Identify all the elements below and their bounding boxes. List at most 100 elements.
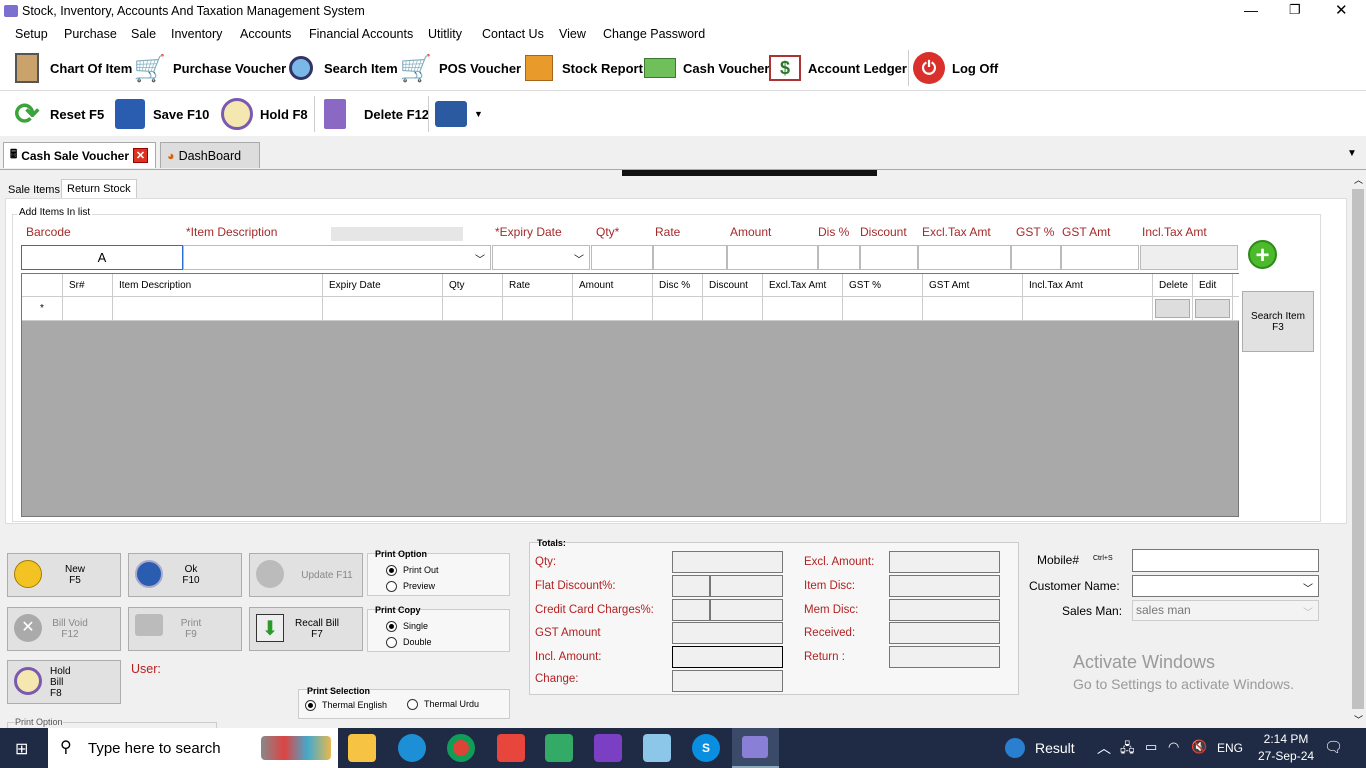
battery-icon[interactable]: ▭ <box>1145 739 1157 755</box>
print-dropdown-button[interactable]: ▼ <box>434 94 483 134</box>
cell-disc-pct[interactable] <box>653 297 703 321</box>
tab-dashboard[interactable]: ◕ DashBoard <box>160 142 260 168</box>
customer-name-combo[interactable]: ﹀ <box>1132 575 1319 597</box>
discount-input[interactable] <box>860 245 918 270</box>
menu-inventory[interactable]: Inventory <box>171 27 222 41</box>
cell-qty[interactable] <box>443 297 503 321</box>
cell-item-description[interactable] <box>113 297 323 321</box>
gst-pct-input[interactable] <box>1011 245 1061 270</box>
add-item-icon[interactable]: + <box>1248 240 1277 269</box>
pos-voucher-button[interactable]: 🛒 POS Voucher <box>399 48 521 88</box>
cell-incl-tax[interactable] <box>1023 297 1153 321</box>
expiry-date-combo[interactable]: ﹀ <box>492 245 590 270</box>
preview-radio[interactable]: Preview <box>386 581 435 593</box>
file-explorer-icon[interactable] <box>348 734 376 762</box>
clock[interactable]: 2:14 PM 27-Sep-24 <box>1258 732 1314 763</box>
stock-report-button[interactable]: Stock Report <box>522 48 643 88</box>
barcode-input[interactable]: A <box>21 245 183 270</box>
windows-start-icon[interactable]: ⊞ <box>15 739 28 759</box>
recall-bill-button[interactable]: ⬇ Recall Bill F7 <box>249 607 363 651</box>
reset-button[interactable]: ⟳ Reset F5 <box>10 94 104 134</box>
rate-input[interactable] <box>653 245 727 270</box>
hold-bill-button[interactable]: Hold Bill F8 <box>7 660 121 704</box>
thermal-english-radio[interactable]: Thermal English <box>305 700 387 712</box>
cell-delete-button[interactable] <box>1153 297 1193 321</box>
anydesk-icon[interactable] <box>497 734 525 762</box>
wifi-icon[interactable]: ◠ <box>1168 739 1179 755</box>
bill-void-button[interactable]: ✕ Bill Void F12 <box>7 607 121 651</box>
received-field[interactable] <box>889 622 1000 644</box>
tools-icon[interactable] <box>545 734 573 762</box>
menu-accounts[interactable]: Accounts <box>240 27 291 41</box>
account-ledger-button[interactable]: $ Account Ledger <box>768 48 907 88</box>
chart-of-item-button[interactable]: Chart Of Item <box>10 48 132 88</box>
cash-voucher-button[interactable]: Cash Voucher <box>643 48 769 88</box>
log-off-button[interactable]: ⏻ Log Off <box>912 48 998 88</box>
volume-icon[interactable]: 🔇 <box>1191 739 1207 755</box>
chrome-icon[interactable] <box>447 734 475 762</box>
scroll-thumb[interactable] <box>1352 189 1364 709</box>
sales-man-combo[interactable]: sales man ﹀ <box>1132 600 1319 621</box>
purchase-voucher-button[interactable]: 🛒 Purchase Voucher <box>133 48 286 88</box>
dis-pct-input[interactable] <box>818 245 860 270</box>
taskbar-search-box[interactable]: ⚲ Type here to search <box>48 728 338 768</box>
menu-view[interactable]: View <box>559 27 586 41</box>
items-grid[interactable]: Sr# Item Description Expiry Date Qty Rat… <box>21 273 1239 517</box>
scroll-down-icon[interactable]: ﹀ <box>1354 713 1363 726</box>
cell-gst-amt[interactable] <box>923 297 1023 321</box>
update-button[interactable]: Update F11 <box>249 553 363 597</box>
search-item-f3-button[interactable]: Search Item F3 <box>1242 291 1314 352</box>
close-tab-icon[interactable]: ✕ <box>133 148 149 163</box>
network-icon[interactable]: 🖧 <box>1120 739 1135 761</box>
single-radio[interactable]: Single <box>386 621 428 633</box>
flat-discount-pct-field[interactable] <box>672 575 710 597</box>
hold-button[interactable]: Hold F8 <box>220 94 308 134</box>
search-item-button[interactable]: Search Item <box>284 48 398 88</box>
visual-studio-icon[interactable] <box>594 734 622 762</box>
tray-expand-icon[interactable]: ︿ <box>1097 738 1111 758</box>
cell-rate[interactable] <box>503 297 573 321</box>
language-indicator[interactable]: ENG <box>1217 741 1243 755</box>
menu-sale[interactable]: Sale <box>131 27 156 41</box>
menu-utility[interactable]: Utitlity <box>428 27 462 41</box>
cc-charges-pct-field[interactable] <box>672 599 710 621</box>
menu-setup[interactable]: Setup <box>15 27 48 41</box>
minimize-icon[interactable]: — <box>1244 2 1258 18</box>
menu-contact-us[interactable]: Contact Us <box>482 27 544 41</box>
tab-cash-sale-voucher[interactable]: 🖩 Cash Sale Voucher ✕ <box>3 142 156 168</box>
double-radio[interactable]: Double <box>386 637 432 649</box>
gst-amt-input[interactable] <box>1061 245 1139 270</box>
notification-icon[interactable]: 🗨 <box>1324 738 1343 756</box>
vertical-scrollbar[interactable]: ︿ ﹀ <box>1350 171 1366 728</box>
tab-list-dropdown-icon[interactable]: ▼ <box>1347 148 1357 159</box>
cell-gst-pct[interactable] <box>843 297 923 321</box>
menu-purchase[interactable]: Purchase <box>64 27 117 41</box>
active-app-taskbar-button[interactable] <box>732 728 779 768</box>
restore-icon[interactable]: ❐ <box>1289 2 1301 18</box>
new-button[interactable]: New F5 <box>7 553 121 597</box>
close-icon[interactable]: ✕ <box>1335 1 1348 19</box>
item-description-combo[interactable]: ﹀ <box>183 245 491 270</box>
menu-financial-accounts[interactable]: Financial Accounts <box>309 27 413 41</box>
print-button[interactable]: Print F9 <box>128 607 242 651</box>
cell-sr[interactable] <box>63 297 113 321</box>
thermal-urdu-radio[interactable]: Thermal Urdu <box>407 699 479 711</box>
notes-icon[interactable] <box>643 734 671 762</box>
save-button[interactable]: Save F10 <box>113 94 209 134</box>
delete-button[interactable]: Delete F12 <box>318 94 429 134</box>
ok-button[interactable]: Ok F10 <box>128 553 242 597</box>
skype-icon[interactable]: S <box>692 734 720 762</box>
cell-edit-button[interactable] <box>1193 297 1233 321</box>
print-out-radio[interactable]: Print Out <box>386 565 439 577</box>
qty-input[interactable] <box>591 245 653 270</box>
weather-result[interactable]: Result <box>1035 740 1075 756</box>
excl-tax-input[interactable] <box>918 245 1011 270</box>
weather-icon[interactable] <box>1005 738 1025 758</box>
cell-discount[interactable] <box>703 297 763 321</box>
edge-icon[interactable] <box>398 734 426 762</box>
menu-change-password[interactable]: Change Password <box>603 27 705 41</box>
cell-excl-tax[interactable] <box>763 297 843 321</box>
scroll-up-icon[interactable]: ︿ <box>1354 173 1363 186</box>
cell-expiry-date[interactable] <box>323 297 443 321</box>
amount-input[interactable] <box>727 245 818 270</box>
